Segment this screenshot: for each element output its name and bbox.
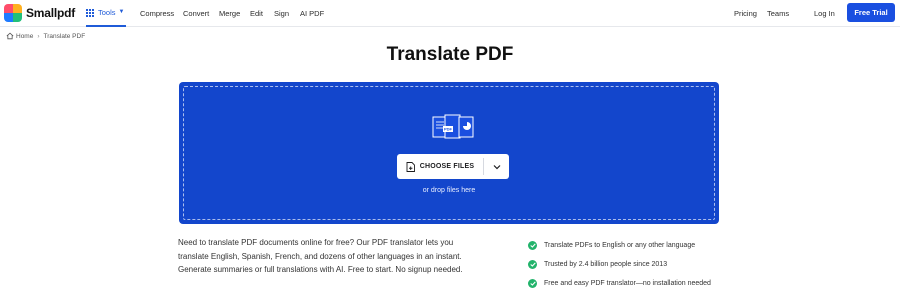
dropzone-border: PDF CHOOSE FILES or drop files here bbox=[183, 86, 715, 220]
file-dropzone[interactable]: PDF CHOOSE FILES or drop files here bbox=[179, 82, 719, 224]
choose-files-button[interactable]: CHOOSE FILES bbox=[397, 154, 483, 179]
smallpdf-logo[interactable]: Smallpdf bbox=[4, 4, 75, 22]
home-icon bbox=[6, 32, 14, 40]
feature-item: Free and easy PDF translator—no installa… bbox=[528, 274, 758, 293]
check-icon bbox=[528, 260, 537, 269]
nav-pricing[interactable]: Pricing bbox=[734, 0, 757, 27]
nav-teams[interactable]: Teams bbox=[767, 0, 789, 27]
choose-files-dropdown[interactable] bbox=[484, 154, 509, 179]
choose-files-control: CHOOSE FILES bbox=[397, 154, 509, 179]
breadcrumb-home[interactable]: Home bbox=[16, 33, 33, 40]
smallpdf-logo-icon bbox=[4, 4, 22, 22]
nav-ai-pdf[interactable]: AI PDF bbox=[300, 0, 324, 27]
feature-list: Translate PDFs to English or any other l… bbox=[528, 236, 758, 293]
free-trial-button[interactable]: Free Trial bbox=[847, 3, 895, 22]
grid-icon bbox=[86, 8, 94, 17]
feature-item: Trusted by 2.4 billion people since 2013 bbox=[528, 255, 758, 274]
feature-item: Translate PDFs to English or any other l… bbox=[528, 236, 758, 255]
breadcrumb: Home › Translate PDF bbox=[6, 31, 85, 41]
feature-label: Translate PDFs to English or any other l… bbox=[544, 242, 696, 249]
check-icon bbox=[528, 279, 537, 288]
caret-down-icon: ▼ bbox=[118, 9, 125, 15]
file-plus-icon bbox=[406, 161, 415, 172]
feature-label: Trusted by 2.4 billion people since 2013 bbox=[544, 261, 668, 268]
nav-tools-menu[interactable]: Tools ▼ bbox=[86, 0, 126, 27]
description-line: Need to translate PDF documents online f… bbox=[178, 238, 454, 247]
description-line: Generate summaries or full translations … bbox=[178, 265, 463, 274]
page-description: Need to translate PDF documents online f… bbox=[178, 236, 478, 277]
choose-files-label: CHOOSE FILES bbox=[419, 163, 475, 170]
nav-sign[interactable]: Sign bbox=[274, 0, 289, 27]
description-line: translate English, Spanish, French, and … bbox=[178, 251, 462, 261]
nav-edit[interactable]: Edit bbox=[250, 0, 263, 27]
breadcrumb-current: Translate PDF bbox=[43, 32, 86, 40]
check-icon bbox=[528, 241, 537, 250]
nav-tools-label: Tools bbox=[98, 8, 116, 17]
drop-hint: or drop files here bbox=[422, 187, 476, 194]
feature-label: Free and easy PDF translator—no installa… bbox=[544, 280, 711, 287]
login-link[interactable]: Log In bbox=[814, 0, 835, 27]
breadcrumb-separator: › bbox=[37, 32, 40, 40]
brand-name: Smallpdf bbox=[26, 6, 76, 20]
page-title: Translate PDF bbox=[386, 44, 514, 65]
chevron-down-icon bbox=[493, 164, 500, 169]
documents-icon: PDF bbox=[432, 114, 474, 139]
nav-convert[interactable]: Convert bbox=[183, 0, 209, 27]
svg-text:PDF: PDF bbox=[444, 127, 453, 132]
nav-merge[interactable]: Merge bbox=[219, 0, 240, 27]
nav-compress[interactable]: Compress bbox=[140, 0, 174, 27]
top-navigation: Smallpdf Tools ▼ Compress Convert Merge … bbox=[0, 0, 900, 27]
